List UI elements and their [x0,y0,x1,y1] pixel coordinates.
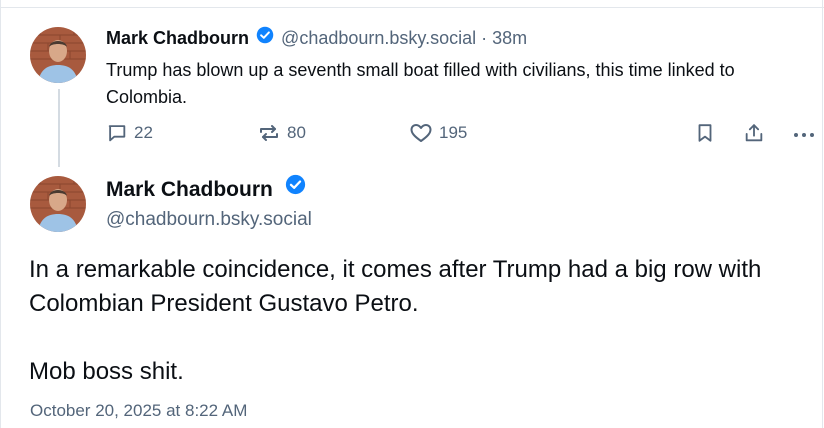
parent-author-avatar[interactable] [30,27,86,83]
speech-bubble-icon [108,125,126,142]
top-divider [0,7,824,8]
main-post-text: In a remarkable coincidence, it comes af… [29,253,819,389]
reply-button[interactable]: 22 [106,121,153,145]
main-author-handle[interactable]: @chadbourn.bsky.social [106,208,312,232]
parent-post-time[interactable]: 38m [492,28,527,48]
share-icon [745,124,763,142]
main-post-paragraph: Mob boss shit. [29,358,184,385]
bookmark-button[interactable] [694,121,716,145]
parent-author-handle[interactable]: @chadbourn.bsky.social [281,28,476,48]
verified-check-icon [256,26,274,49]
reply-count: 22 [134,123,153,142]
repost-button[interactable]: 80 [257,121,306,145]
more-options-button[interactable] [792,121,816,145]
main-author-name[interactable]: Mark Chadbourn [106,178,273,201]
like-count: 195 [439,123,468,142]
thread-connector-line [58,89,60,167]
parent-post-header: Mark Chadbourn @chadbourn.bsky.social · … [106,27,527,49]
header-separator: · [481,28,488,48]
parent-post-text: Trump has blown up a seventh small boat … [106,60,735,107]
like-button[interactable]: 195 [409,121,467,145]
verified-check-icon [285,174,306,202]
share-button[interactable] [743,121,765,145]
main-author-avatar[interactable] [30,176,86,232]
post-timestamp[interactable]: October 20, 2025 at 8:22 AM [30,400,247,422]
heart-icon [410,124,432,142]
ellipsis-icon [794,133,814,137]
main-post-paragraph: In a remarkable coincidence, it comes af… [29,256,762,317]
repost-arrows-icon [260,125,278,141]
bookmark-icon [698,124,712,142]
parent-author-name[interactable]: Mark Chadbourn [106,28,249,48]
repost-count: 80 [287,123,306,142]
main-author-name-row: Mark Chadbourn [106,174,306,203]
